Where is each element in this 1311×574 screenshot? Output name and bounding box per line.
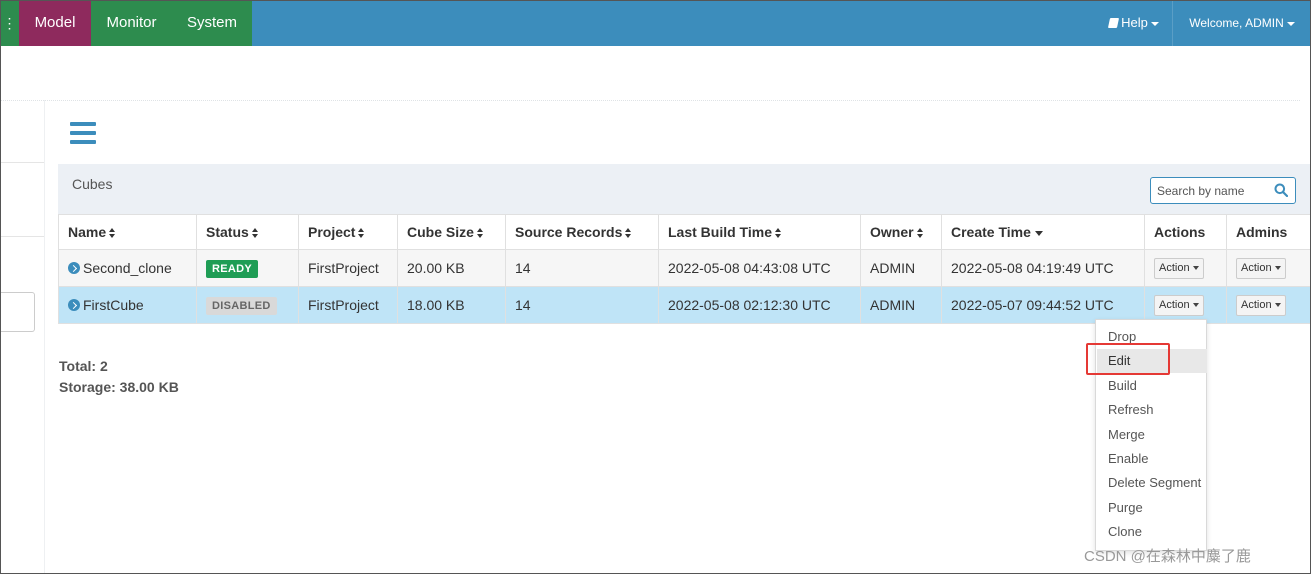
- project-cell: FirstProject: [298, 286, 398, 324]
- cube-name-cell[interactable]: FirstCube: [58, 286, 197, 324]
- create-time-cell: 2022-05-07 09:44:52 UTC: [941, 286, 1145, 324]
- table-row[interactable]: FirstCube DISABLED FirstProject 18.00 KB…: [58, 286, 1311, 324]
- chevron-down-icon: [1286, 21, 1295, 26]
- sidebar-border: [44, 100, 45, 574]
- cubes-panel-header: Cubes: [58, 164, 1310, 214]
- cube-size-cell: 18.00 KB: [397, 286, 506, 324]
- panel-title: Cubes: [72, 176, 113, 192]
- column-header-admins: Admins: [1226, 214, 1311, 250]
- menu-item-edit[interactable]: Edit: [1097, 349, 1207, 373]
- tab-model[interactable]: Model: [19, 0, 91, 46]
- menu-item-purge[interactable]: Purge: [1097, 496, 1207, 520]
- last-build-time-cell: 2022-05-08 04:43:08 UTC: [658, 249, 861, 287]
- sort-desc-icon: [1034, 231, 1043, 236]
- nav-edge-handle[interactable]: ⋮: [0, 0, 19, 46]
- menu-item-enable[interactable]: Enable: [1097, 447, 1207, 471]
- cubes-table: Name Status Project Cube Size Source Rec…: [58, 214, 1311, 324]
- status-badge: DISABLED: [206, 296, 277, 315]
- search-icon[interactable]: [1274, 183, 1288, 197]
- cube-size-cell: 20.00 KB: [397, 249, 506, 287]
- chevron-down-icon: [1274, 302, 1281, 307]
- sort-icon: [916, 228, 924, 238]
- expand-icon[interactable]: [68, 299, 80, 311]
- last-build-time-cell: 2022-05-08 02:12:30 UTC: [658, 286, 861, 324]
- action-dropdown-menu: Drop Edit Build Refresh Merge Enable Del…: [1095, 319, 1207, 551]
- status-cell: READY: [196, 249, 299, 287]
- menu-item-merge[interactable]: Merge: [1097, 423, 1207, 447]
- menu-item-build[interactable]: Build: [1097, 374, 1207, 398]
- welcome-label: Welcome, ADMIN: [1189, 16, 1284, 30]
- status-badge: READY: [206, 259, 259, 278]
- watermark: CSDN @在森林中麋了鹿: [1084, 548, 1251, 565]
- cube-name: FirstCube: [83, 297, 144, 313]
- cube-name-cell[interactable]: Second_clone: [58, 249, 197, 287]
- sort-icon: [774, 228, 782, 238]
- column-header-project[interactable]: Project: [298, 214, 398, 250]
- action-button[interactable]: Action: [1154, 257, 1204, 279]
- column-header-create-time[interactable]: Create Time: [941, 214, 1145, 250]
- column-header-last-build-time[interactable]: Last Build Time: [658, 214, 861, 250]
- content-divider: [0, 100, 1300, 101]
- column-header-status[interactable]: Status: [196, 214, 299, 250]
- source-records-cell: 14: [505, 249, 659, 287]
- storage-total: Storage: 38.00 KB: [59, 379, 179, 395]
- menu-toggle-icon[interactable]: [70, 122, 96, 144]
- totals-summary: Total: 2 Storage: 38.00 KB: [59, 356, 179, 398]
- status-cell: DISABLED: [196, 286, 299, 324]
- action-button[interactable]: Action: [1154, 294, 1204, 316]
- menu-item-refresh[interactable]: Refresh: [1097, 398, 1207, 422]
- source-records-cell: 14: [505, 286, 659, 324]
- project-cell: FirstProject: [298, 249, 398, 287]
- admin-action-button[interactable]: Action: [1236, 257, 1286, 279]
- admins-cell: Action: [1226, 249, 1311, 287]
- actions-cell: Action: [1144, 249, 1227, 287]
- column-header-owner[interactable]: Owner: [860, 214, 942, 250]
- tab-monitor[interactable]: Monitor: [91, 0, 172, 46]
- chevron-down-icon: [1192, 265, 1199, 270]
- actions-cell: Action: [1144, 286, 1227, 324]
- sidebar-divider: [0, 236, 44, 237]
- column-header-actions: Actions: [1144, 214, 1227, 250]
- cube-name: Second_clone: [83, 260, 172, 276]
- sort-icon: [625, 228, 632, 238]
- menu-item-clone[interactable]: Clone: [1097, 520, 1207, 544]
- chevron-down-icon: [1150, 21, 1159, 26]
- sort-icon: [251, 228, 259, 238]
- column-header-cube-size[interactable]: Cube Size: [397, 214, 506, 250]
- help-menu[interactable]: Help: [1102, 0, 1166, 46]
- menu-item-drop[interactable]: Drop: [1097, 325, 1207, 349]
- column-header-name[interactable]: Name: [58, 214, 197, 250]
- admins-cell: Action: [1226, 286, 1311, 324]
- owner-cell: ADMIN: [860, 249, 942, 287]
- create-time-cell: 2022-05-08 04:19:49 UTC: [941, 249, 1145, 287]
- sort-icon: [476, 228, 484, 238]
- expand-icon[interactable]: [68, 262, 80, 274]
- column-header-source-records[interactable]: Source Records: [505, 214, 659, 250]
- sidebar-divider: [0, 162, 44, 163]
- chevron-down-icon: [1274, 265, 1281, 270]
- total-count: Total: 2: [59, 358, 108, 374]
- chevron-down-icon: [1192, 302, 1199, 307]
- book-icon: [1108, 18, 1120, 28]
- admin-action-button[interactable]: Action: [1236, 294, 1286, 316]
- top-navbar: ⋮ Model Monitor System Help Welcome, ADM…: [0, 0, 1311, 46]
- owner-cell: ADMIN: [860, 286, 942, 324]
- help-label: Help: [1121, 15, 1148, 30]
- sort-icon: [109, 228, 116, 238]
- menu-item-delete-segment[interactable]: Delete Segment: [1097, 471, 1207, 495]
- tab-system[interactable]: System: [172, 0, 252, 46]
- table-row[interactable]: Second_clone READY FirstProject 20.00 KB…: [58, 249, 1311, 287]
- table-header-row: Name Status Project Cube Size Source Rec…: [58, 214, 1311, 250]
- user-menu[interactable]: Welcome, ADMIN: [1180, 0, 1304, 46]
- sidebar-input[interactable]: [0, 292, 35, 332]
- nav-divider: [1172, 0, 1173, 46]
- sort-icon: [358, 228, 365, 238]
